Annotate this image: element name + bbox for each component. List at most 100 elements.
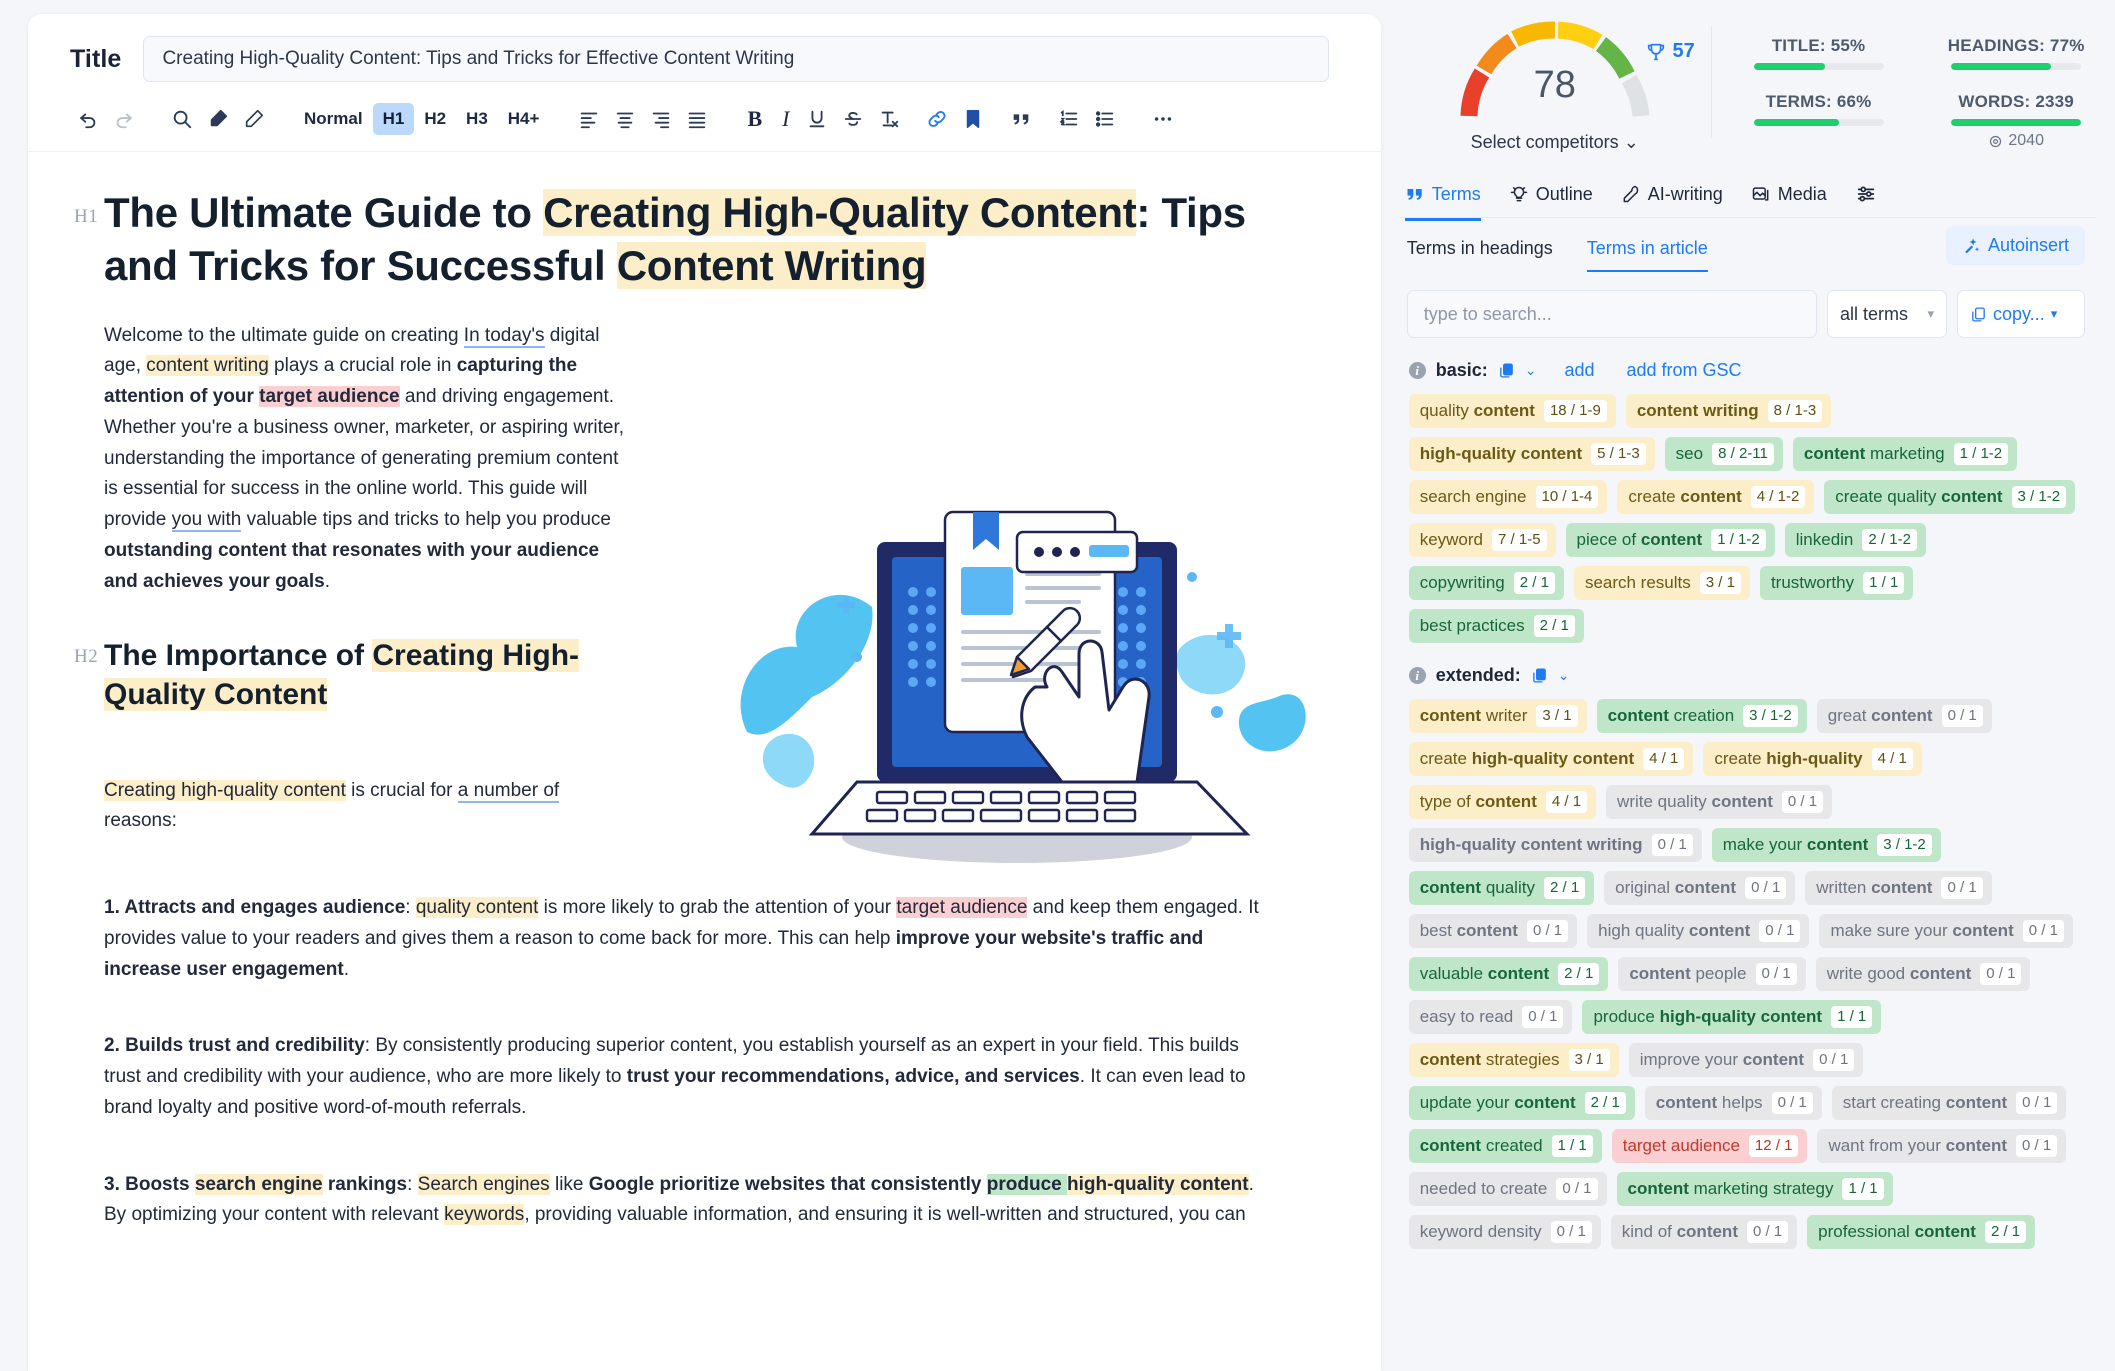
style-h3[interactable]: H3	[456, 103, 498, 135]
term-chip[interactable]: great content 0 / 1	[1816, 699, 1992, 733]
term-chip[interactable]: copywriting 2 / 1	[1408, 566, 1564, 600]
term-chip[interactable]: kind of content 0 / 1	[1610, 1215, 1798, 1249]
doc-paragraph-2[interactable]: 2. Builds trust and credibility: By cons…	[104, 1031, 1269, 1123]
term-chip[interactable]: content quality 2 / 1	[1408, 871, 1595, 905]
italic-button[interactable]: I	[772, 103, 799, 135]
term-chip[interactable]: original content 0 / 1	[1604, 871, 1796, 905]
article-body[interactable]: H1 The Ultimate Guide to Creating High-Q…	[28, 152, 1381, 1371]
term-chip[interactable]: trustworthy 1 / 1	[1759, 566, 1914, 600]
bold-button[interactable]: B	[737, 103, 772, 135]
style-normal[interactable]: Normal	[294, 103, 373, 135]
term-chip[interactable]: type of content 4 / 1	[1408, 785, 1597, 819]
group-basic-add-link[interactable]: add	[1564, 360, 1594, 381]
panel-settings-button[interactable]	[1855, 173, 1877, 221]
redo-icon[interactable]	[106, 102, 142, 136]
doc-paragraph-reasons[interactable]: Creating high-quality content is crucial…	[104, 776, 634, 838]
undo-icon[interactable]	[70, 102, 106, 136]
term-chip[interactable]: professional content 2 / 1	[1807, 1215, 2036, 1249]
subtab-terms-in-headings[interactable]: Terms in headings	[1407, 238, 1553, 272]
title-input[interactable]: Creating High-Quality Content: Tips and …	[143, 36, 1329, 82]
info-icon[interactable]: i	[1408, 667, 1426, 684]
clear-format-icon[interactable]	[871, 102, 907, 136]
term-chip[interactable]: content creation 3 / 1-2	[1596, 699, 1807, 733]
chevron-down-icon[interactable]: ⌄	[1558, 667, 1570, 684]
term-chip[interactable]: content people 0 / 1	[1618, 957, 1806, 991]
term-chip[interactable]: search results 3 / 1	[1573, 566, 1750, 600]
term-chip[interactable]: content writer 3 / 1	[1408, 699, 1587, 733]
pen-icon[interactable]	[236, 102, 272, 136]
search-icon[interactable]	[164, 102, 200, 136]
copy-terms-button[interactable]: copy... ▾	[1957, 290, 2085, 338]
copy-icon[interactable]	[1498, 362, 1515, 379]
term-chip[interactable]: start creating content 0 / 1	[1831, 1086, 2067, 1120]
align-justify-icon[interactable]	[679, 102, 715, 136]
term-chip[interactable]: keyword 7 / 1-5	[1408, 523, 1556, 557]
term-chip[interactable]: content strategies 3 / 1	[1408, 1043, 1619, 1077]
term-chip[interactable]: search engine 10 / 1-4	[1408, 480, 1608, 514]
align-center-icon[interactable]	[607, 102, 643, 136]
term-chip[interactable]: produce high-quality content 1 / 1	[1582, 1000, 1882, 1034]
term-chip[interactable]: needed to create 0 / 1	[1408, 1172, 1607, 1206]
term-chip[interactable]: create high-quality 4 / 1	[1703, 742, 1922, 776]
term-chip[interactable]: high quality content 0 / 1	[1587, 914, 1810, 948]
tab-outline[interactable]: Outline	[1509, 173, 1593, 221]
term-chip[interactable]: write good content 0 / 1	[1815, 957, 2031, 991]
strikethrough-icon[interactable]	[835, 102, 871, 136]
bullet-list-icon[interactable]	[1087, 102, 1123, 136]
subtab-terms-in-article[interactable]: Terms in article	[1586, 238, 1708, 272]
info-icon[interactable]: i	[1408, 362, 1426, 379]
term-chip[interactable]: create high-quality content 4 / 1	[1408, 742, 1694, 776]
terms-search-input[interactable]: type to search...	[1406, 290, 1817, 338]
bookmark-icon[interactable]	[955, 102, 991, 136]
doc-paragraph-3[interactable]: 3. Boosts search engine rankings: Search…	[104, 1170, 1269, 1232]
term-chip[interactable]: written content 0 / 1	[1805, 871, 1992, 905]
term-chip[interactable]: valuable content 2 / 1	[1408, 957, 1609, 991]
doc-h2[interactable]: The Importance of Creating High-Quality …	[104, 636, 604, 714]
term-chip[interactable]: write quality content 0 / 1	[1606, 785, 1833, 819]
align-left-icon[interactable]	[571, 102, 607, 136]
term-chip[interactable]: create quality content 3 / 1-2	[1824, 480, 2076, 514]
term-chip[interactable]: create content 4 / 1-2	[1617, 480, 1815, 514]
style-h4plus[interactable]: H4+	[498, 103, 550, 135]
term-chip[interactable]: content writing 8 / 1-3	[1625, 394, 1832, 428]
link-icon[interactable]	[919, 102, 955, 136]
term-chip[interactable]: content marketing strategy 1 / 1	[1616, 1172, 1893, 1206]
term-chip[interactable]: linkedin 2 / 1-2	[1784, 523, 1926, 557]
term-chip[interactable]: content created 1 / 1	[1408, 1129, 1602, 1163]
tab-ai-writing[interactable]: AI-writing	[1621, 173, 1723, 221]
term-chip[interactable]: improve your content 0 / 1	[1628, 1043, 1864, 1077]
tab-media[interactable]: Media	[1751, 173, 1827, 221]
group-basic-add-gsc-link[interactable]: add from GSC	[1627, 360, 1742, 381]
term-chip[interactable]: make your content 3 / 1-2	[1711, 828, 1941, 862]
tab-terms[interactable]: Terms	[1404, 173, 1481, 221]
ordered-list-icon[interactable]	[1051, 102, 1087, 136]
term-chip[interactable]: best content 0 / 1	[1408, 914, 1578, 948]
term-chip[interactable]: quality content 18 / 1-9	[1408, 394, 1616, 428]
term-chip[interactable]: make sure your content 0 / 1	[1819, 914, 2073, 948]
quote-icon[interactable]	[1003, 102, 1039, 136]
doc-paragraph-intro[interactable]: Welcome to the ultimate guide on creatin…	[104, 321, 634, 598]
term-chip[interactable]: keyword density 0 / 1	[1408, 1215, 1601, 1249]
term-chip[interactable]: high-quality content writing 0 / 1	[1408, 828, 1702, 862]
term-chip[interactable]: best practices 2 / 1	[1408, 609, 1584, 643]
term-chip[interactable]: easy to read 0 / 1	[1408, 1000, 1573, 1034]
terms-filter-select[interactable]: all terms ▾	[1827, 290, 1947, 338]
doc-paragraph-1[interactable]: 1. Attracts and engages audience: qualit…	[104, 893, 1269, 985]
align-right-icon[interactable]	[643, 102, 679, 136]
term-chip[interactable]: want from your content 0 / 1	[1817, 1129, 2067, 1163]
term-chip[interactable]: seo 8 / 2-11	[1664, 437, 1783, 471]
term-chip[interactable]: update your content 2 / 1	[1408, 1086, 1635, 1120]
select-competitors-dropdown[interactable]: Select competitors ⌄	[1471, 132, 1639, 153]
term-chip[interactable]: target audience 12 / 1	[1611, 1129, 1808, 1163]
style-h2[interactable]: H2	[414, 103, 456, 135]
autoinsert-button[interactable]: Autoinsert	[1945, 226, 2085, 265]
marker-icon[interactable]	[200, 102, 236, 136]
term-chip[interactable]: content marketing 1 / 1-2	[1792, 437, 2018, 471]
underline-icon[interactable]	[799, 102, 835, 136]
term-chip[interactable]: high-quality content 5 / 1-3	[1408, 437, 1655, 471]
chevron-down-icon[interactable]: ⌄	[1525, 362, 1537, 379]
style-h1[interactable]: H1	[372, 102, 415, 135]
term-chip[interactable]: piece of content 1 / 1-2	[1565, 523, 1775, 557]
term-chip[interactable]: content helps 0 / 1	[1644, 1086, 1822, 1120]
more-icon[interactable]	[1145, 102, 1181, 136]
